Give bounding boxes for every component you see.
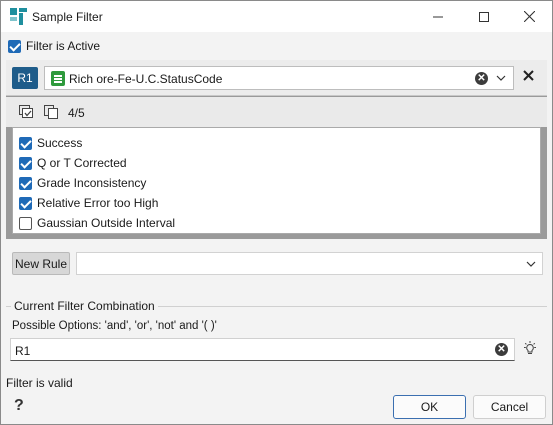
status-code-list: Success Q or T Corrected Grade Inconsist… (12, 127, 541, 234)
lightbulb-icon[interactable] (523, 341, 537, 357)
help-icon[interactable]: ? (14, 397, 24, 415)
filter-active-label: Filter is Active (26, 39, 101, 53)
rule-field-select[interactable]: Rich ore-Fe-U.C.StatusCode ✕ (44, 66, 514, 90)
filter-combination-input[interactable]: R1 ✕ (10, 338, 515, 361)
filter-combination-hint: Possible Options: 'and', 'or', 'not' and… (12, 320, 217, 332)
minimize-button[interactable] (415, 1, 461, 32)
remove-rule-icon[interactable] (523, 70, 534, 81)
item-label: Relative Error too High (37, 196, 159, 210)
title-bar: Sample Filter (1, 1, 552, 32)
item-checkbox[interactable] (19, 136, 32, 150)
rule-toolbar: 4/5 (6, 97, 547, 127)
list-item[interactable]: Success (19, 134, 82, 152)
chevron-down-icon[interactable] (496, 73, 506, 83)
checked-count: 4/5 (68, 106, 85, 120)
clear-rule-icon[interactable]: ✕ (475, 72, 488, 85)
item-label: Grade Inconsistency (37, 176, 147, 190)
item-label: Q or T Corrected (37, 156, 127, 170)
filter-combination-title: Current Filter Combination (11, 299, 158, 313)
list-item[interactable]: Q or T Corrected (19, 154, 127, 172)
item-checkbox[interactable] (19, 196, 32, 210)
rule-badge: R1 (12, 67, 38, 89)
maximize-button[interactable] (461, 1, 507, 32)
list-item[interactable]: Gaussian Outside Interval (19, 214, 175, 232)
filter-active-checkbox[interactable] (8, 39, 21, 53)
maximize-icon (479, 11, 489, 22)
copy-icon[interactable] (44, 105, 60, 119)
new-rule-select[interactable] (76, 252, 543, 275)
close-icon (523, 11, 535, 22)
new-rule-button[interactable]: New Rule (12, 252, 70, 275)
close-window-button[interactable] (506, 1, 552, 32)
ok-button[interactable]: OK (393, 395, 466, 419)
clear-combination-icon[interactable]: ✕ (495, 343, 508, 356)
rule-panel: R1 Rich ore-Fe-U.C.StatusCode ✕ 4/5 Succ… (6, 60, 547, 239)
app-logo-icon (10, 8, 27, 25)
window-title: Sample Filter (32, 10, 103, 24)
rule-field-value: Rich ore-Fe-U.C.StatusCode (69, 72, 223, 86)
item-checkbox[interactable] (19, 156, 32, 170)
sample-filter-dialog: Sample Filter Filter is Active R1 Rich o… (0, 0, 553, 425)
item-label: Gaussian Outside Interval (37, 216, 176, 230)
list-document-icon (51, 71, 65, 86)
minimize-icon (433, 16, 443, 17)
filter-active-toggle[interactable]: Filter is Active (8, 39, 100, 53)
filter-combination-value: R1 (15, 344, 31, 358)
list-item[interactable]: Grade Inconsistency (19, 174, 146, 192)
rule-header: R1 Rich ore-Fe-U.C.StatusCode ✕ (6, 60, 547, 96)
item-checkbox[interactable] (19, 176, 32, 190)
list-item[interactable]: Relative Error too High (19, 194, 158, 212)
item-checkbox[interactable] (19, 216, 32, 230)
select-all-icon[interactable] (19, 105, 35, 119)
cancel-button[interactable]: Cancel (473, 395, 546, 419)
validation-status: Filter is valid (6, 376, 73, 390)
item-label: Success (37, 136, 83, 150)
chevron-down-icon[interactable] (526, 259, 536, 269)
